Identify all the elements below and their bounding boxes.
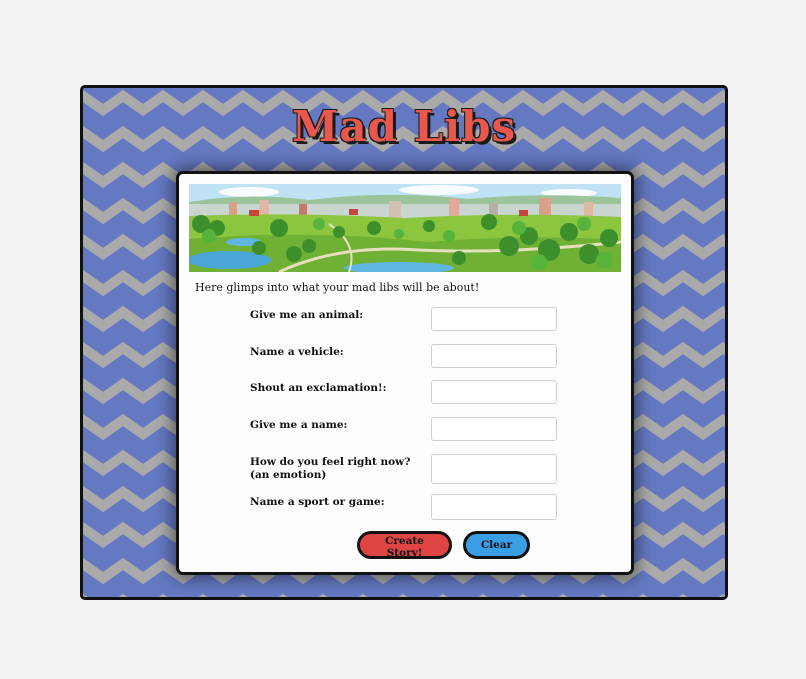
sport-input[interactable] [431,494,557,520]
clear-button[interactable]: Clear [463,531,530,559]
intro-text: Here glimps into what your mad libs will… [195,281,480,294]
field-row-vehicle: Name a vehicle: [250,344,570,374]
form-card: Here glimps into what your mad libs will… [176,171,634,575]
vehicle-input[interactable] [431,344,557,368]
field-label: Name a sport or game: [250,496,385,508]
mad-libs-frame: Mad Libs Here glimps into what your mad … [80,85,728,600]
create-story-button[interactable]: Create Story! [357,531,452,559]
field-label: Name a vehicle: [250,346,344,358]
park-banner-image [189,184,621,272]
name-input[interactable] [431,417,557,441]
exclamation-input[interactable] [431,380,557,404]
page-title: Mad Libs [291,102,517,151]
field-label: Shout an exclamation!: [250,382,387,394]
animal-input[interactable] [431,307,557,331]
field-row-emotion: How do you feel right now? (an emotion) [250,454,570,484]
field-label: Give me an animal: [250,309,364,321]
field-row-name: Give me a name: [250,417,570,447]
field-row-sport: Name a sport or game: [250,494,570,524]
emotion-input[interactable] [431,454,557,484]
field-label: How do you feel right now? (an emotion) [250,456,411,481]
park-illustration [189,184,621,272]
field-row-animal: Give me an animal: [250,307,570,337]
field-label: Give me a name: [250,419,348,431]
field-row-exclamation: Shout an exclamation!: [250,380,570,410]
